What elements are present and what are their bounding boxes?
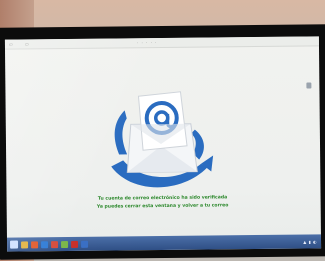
verification-message-line1: Tu cuenta de correo electrónico ha sido … <box>97 195 228 202</box>
browser-icon[interactable] <box>41 240 49 248</box>
chrome-icon[interactable] <box>51 240 59 248</box>
folder-icon[interactable] <box>21 240 29 248</box>
verification-message-line2: Ya puedes cerrar esta ventana y volver a… <box>96 203 229 210</box>
window-controls-dots: · · · · · <box>136 40 158 46</box>
pdf-icon[interactable] <box>71 240 79 248</box>
email-logo-icon <box>111 91 214 188</box>
start-button-icon[interactable] <box>10 240 19 249</box>
browser-tab[interactable]: ▭ <box>9 40 13 49</box>
app-icon[interactable] <box>61 240 69 248</box>
browser-top-bar: ▭ ▭ · · · · · <box>4 36 319 50</box>
mail-icon[interactable] <box>81 240 89 248</box>
system-tray[interactable]: ▲ ▮ ◐ <box>303 239 317 244</box>
scrollbar-icon[interactable] <box>306 82 312 89</box>
media-player-icon[interactable] <box>31 240 39 248</box>
browser-tab-secondary[interactable]: ▭ <box>25 39 29 48</box>
monitor-screen: ▭ ▭ · · · · · Tu cuenta de correo electr… <box>4 36 322 252</box>
